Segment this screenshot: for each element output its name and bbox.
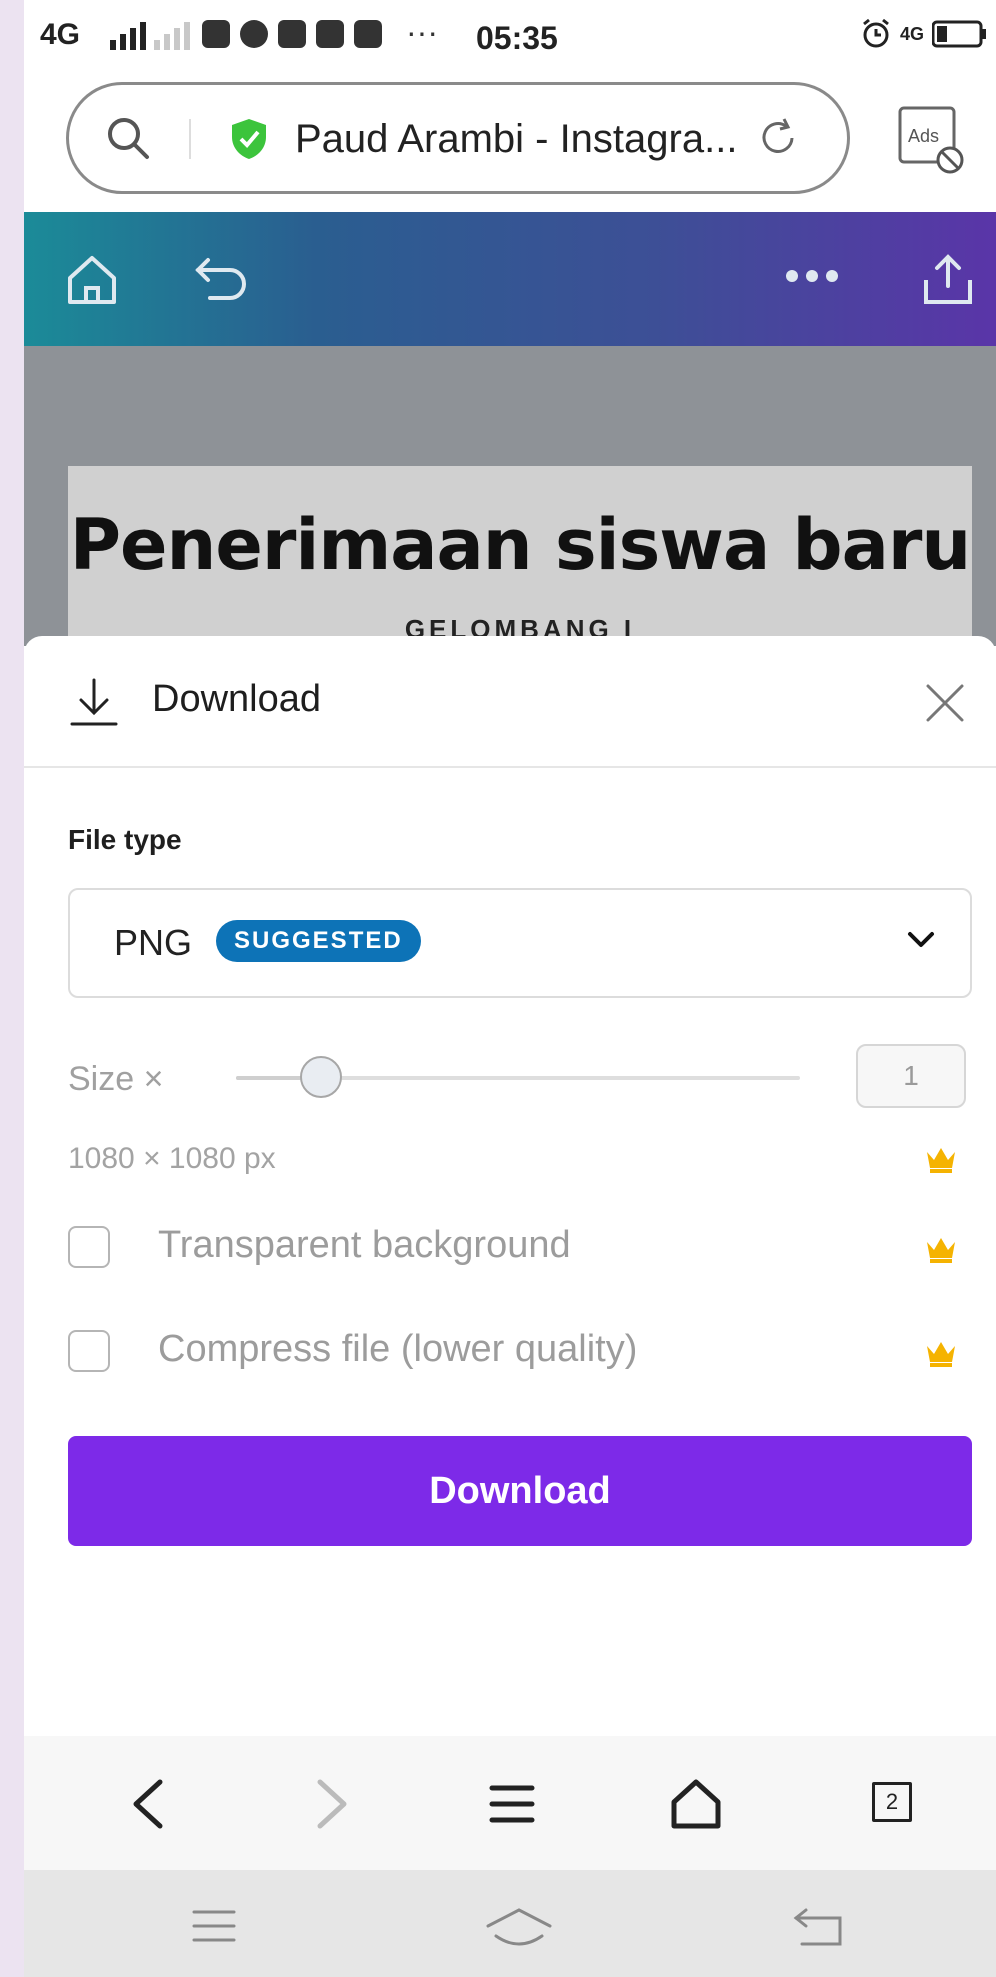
browser-address-row: Paud Arambi - Instagra... Ads (24, 72, 996, 212)
page-title[interactable]: Paud Arambi - Instagra... (295, 117, 737, 162)
system-back-icon[interactable] (792, 1906, 846, 1950)
clock: 05:35 (476, 20, 558, 56)
ads-label: Ads (908, 126, 940, 146)
download-panel-header: Download (24, 636, 996, 768)
file-type-label: File type (68, 824, 182, 855)
undo-icon[interactable] (194, 254, 254, 304)
network-type: 4G (40, 18, 81, 51)
signal-icon (110, 22, 146, 50)
crown-icon (927, 1238, 955, 1263)
size-input[interactable]: 1 (856, 1044, 966, 1108)
address-divider (189, 119, 191, 159)
file-type-select[interactable]: PNG SUGGESTED (68, 888, 972, 998)
size-slider-thumb[interactable] (299, 1056, 342, 1098)
back-icon[interactable] (128, 1776, 168, 1832)
d-app-icon (240, 20, 268, 48)
home-icon[interactable] (64, 252, 120, 308)
menu-icon[interactable] (488, 1776, 536, 1832)
download-panel: Download File type PNG SUGGESTED Size × … (24, 636, 996, 1736)
alarm-icon (863, 18, 889, 48)
tabs-button[interactable]: 2 (872, 1782, 912, 1822)
reload-icon[interactable] (755, 115, 801, 161)
crown-icon (927, 1342, 955, 1367)
phone-screen: 4G ··· 05:35 4G Paud Arambi - Instagra..… (24, 0, 996, 1977)
search-icon[interactable] (105, 115, 151, 161)
system-home-icon[interactable] (484, 1906, 554, 1950)
status-right: 4G (860, 18, 988, 50)
facebook-icon (202, 20, 230, 48)
dimensions-text: 1080 × 1080 px (68, 1142, 276, 1175)
suggested-badge: SUGGESTED (216, 920, 421, 962)
ad-block-button[interactable]: Ads (894, 104, 966, 181)
design-headline: Penerimaan siswa baru (69, 504, 972, 586)
signal-2-icon (154, 22, 190, 50)
instagram-icon (316, 20, 344, 48)
battery-icon (932, 20, 986, 48)
browser-navigation: 2 (24, 1736, 996, 1870)
download-panel-title: Download (152, 678, 321, 720)
compress-file-option[interactable]: Compress file (lower quality) (68, 1328, 972, 1378)
compress-file-checkbox[interactable] (68, 1330, 110, 1372)
share-icon[interactable] (920, 252, 976, 308)
notification-icons (202, 20, 382, 48)
size-slider[interactable] (236, 1056, 800, 1098)
design-canvas: Penerimaan siswa baru GELOMBANG I (24, 346, 996, 666)
transparent-background-label: Transparent background (158, 1224, 571, 1266)
editor-toolbar (24, 212, 996, 346)
address-bar[interactable]: Paud Arambi - Instagra... (66, 82, 850, 194)
system-navigation (24, 1870, 996, 1977)
mail-icon (354, 20, 382, 48)
network-type-right: 4G (899, 23, 924, 44)
status-bar: 4G ··· 05:35 4G (24, 0, 996, 72)
download-button[interactable]: Download (68, 1436, 972, 1546)
file-type-value: PNG (114, 922, 193, 963)
facebook-icon-2 (278, 20, 306, 48)
download-icon (70, 678, 118, 726)
recent-apps-icon[interactable] (190, 1906, 238, 1946)
compress-file-label: Compress file (lower quality) (158, 1328, 638, 1370)
close-icon[interactable] (922, 680, 968, 726)
shield-icon (232, 119, 266, 159)
forward-icon[interactable] (312, 1776, 352, 1832)
more-options-icon[interactable] (784, 268, 840, 284)
transparent-background-option[interactable]: Transparent background (68, 1224, 972, 1274)
transparent-background-checkbox[interactable] (68, 1226, 110, 1268)
size-label: Size × (68, 1060, 164, 1098)
browser-home-icon[interactable] (670, 1776, 722, 1832)
crown-icon (927, 1148, 955, 1173)
more-notifications: ··· (406, 14, 438, 50)
chevron-down-icon (908, 932, 934, 947)
